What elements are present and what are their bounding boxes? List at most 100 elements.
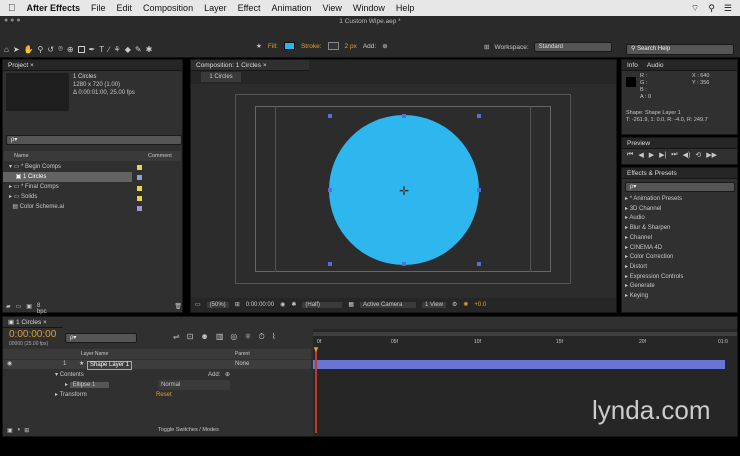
stroke-width[interactable]: 2 px [345, 43, 357, 50]
effect-animation-presets[interactable]: ▸ * Animation Presets [622, 195, 737, 205]
menu-layer[interactable]: Layer [204, 3, 227, 13]
views-select[interactable]: 1 View [422, 301, 446, 308]
menu-window[interactable]: Window [353, 3, 385, 13]
always-preview-icon[interactable]: ▭ [195, 301, 201, 308]
type-tool-icon[interactable]: T [99, 45, 104, 54]
transform-row[interactable]: ▸ Transform Reset [3, 390, 311, 400]
shy-icon[interactable]: ☻ [200, 332, 208, 342]
info-tab[interactable]: Info Audio [622, 60, 737, 71]
bpc-label[interactable]: 8 bpc [37, 303, 49, 315]
timeline-timecode[interactable]: 0:00:00:00 [9, 329, 56, 340]
puppet-tool-icon[interactable]: ✱ [146, 45, 153, 54]
visibility-icon[interactable]: ◉ [7, 360, 12, 369]
new-comp-icon[interactable]: ▣ [26, 303, 32, 315]
layer-name[interactable]: Shape Layer 1 [87, 361, 133, 370]
exposure-value[interactable]: +0.0 [474, 302, 486, 308]
snapshot-icon[interactable]: ◉ [280, 301, 285, 308]
effect-color-correction[interactable]: ▸ Color Correction [622, 253, 737, 263]
first-frame-icon[interactable]: ⏮ [627, 151, 633, 159]
exposure-icon[interactable]: ✺ [463, 301, 468, 308]
ram-preview-icon[interactable]: ▶▶ [706, 151, 717, 159]
timeline-tab[interactable]: ▣ 1 Circles × [3, 317, 63, 328]
graph-editor-icon[interactable]: ⌇ [272, 332, 276, 342]
layer-row[interactable]: ◉ 1 ★ Shape Layer 1 None [3, 360, 311, 370]
comp-subtab[interactable]: 1 Circles [201, 72, 241, 82]
menu-edit[interactable]: Edit [117, 3, 133, 13]
anchor-point-icon[interactable]: ✛ [399, 184, 409, 198]
list-icon[interactable]: ☰ [724, 3, 732, 14]
project-item-color-scheme[interactable]: ▤ Color Scheme.ai [3, 202, 183, 212]
zoom-tool-icon[interactable]: ⚲ [38, 45, 44, 54]
menu-file[interactable]: File [91, 3, 106, 13]
draft-3d-icon[interactable]: ⊡ [187, 332, 194, 342]
mute-icon[interactable]: ◀) [683, 151, 691, 159]
handle-br[interactable] [477, 262, 481, 266]
contents-row[interactable]: ▾ Contents Add: ⊕ [3, 370, 311, 380]
handle-t[interactable] [402, 114, 406, 118]
transfer-controls-icon[interactable]: ◑ [17, 427, 21, 434]
zoom-select[interactable]: (50%) [206, 301, 229, 308]
current-time-indicator[interactable] [315, 347, 317, 433]
menu-view[interactable]: View [322, 3, 341, 13]
menu-help[interactable]: Help [396, 3, 415, 13]
layer-duration-bar[interactable] [313, 360, 725, 369]
selection-tool-icon[interactable]: ➤ [13, 45, 20, 54]
handle-r[interactable] [477, 188, 481, 192]
playhead-icon[interactable]: ▼ [312, 345, 320, 354]
menu-composition[interactable]: Composition [143, 3, 193, 13]
effects-tab[interactable]: Effects & Presets [622, 168, 737, 179]
handle-bl[interactable] [328, 262, 332, 266]
star-icon[interactable]: ★ [256, 42, 262, 50]
next-frame-icon[interactable]: ▶| [659, 151, 666, 159]
frame-blend-icon[interactable]: ▥ [216, 332, 224, 342]
handle-tl[interactable] [328, 114, 332, 118]
ellipse-row[interactable]: ▸ Ellipse 1 Normal [3, 380, 311, 390]
timeline-search[interactable]: ρ▾ [65, 333, 137, 343]
effects-search[interactable]: ρ▾ [625, 182, 735, 192]
project-search[interactable]: ρ▾ [6, 135, 182, 145]
effect-3d-channel[interactable]: ▸ 3D Channel [622, 205, 737, 215]
toggle-switches-modes[interactable]: Toggle Switches / Modes [158, 427, 219, 433]
fill-swatch[interactable] [283, 42, 295, 50]
eraser-tool-icon[interactable]: ◆ [125, 45, 131, 54]
work-area-bar[interactable] [313, 332, 737, 336]
app-menu[interactable]: After Effects [27, 3, 81, 13]
stroke-swatch[interactable] [327, 42, 339, 50]
composition-tab[interactable]: Composition: 1 Circles × [191, 60, 309, 71]
rectangle-tool-icon[interactable] [77, 45, 85, 53]
workspace-select[interactable]: Standard [533, 42, 612, 52]
comp-viewer[interactable]: ✛ [191, 84, 616, 298]
effect-blur-sharpen[interactable]: ▸ Blur & Sharpen [622, 224, 737, 234]
handle-tr[interactable] [477, 114, 481, 118]
effect-channel[interactable]: ▸ Channel [622, 234, 737, 244]
timecode-display[interactable]: 0:00:00:00 [246, 302, 274, 308]
effect-keying[interactable]: ▸ Keying [622, 292, 737, 302]
apple-menu-icon[interactable]:  [8, 3, 16, 14]
effect-audio[interactable]: ▸ Audio [622, 214, 737, 224]
clone-tool-icon[interactable]: ⚘ [114, 45, 121, 54]
time-ruler[interactable]: 0f 05f 10f 15f 20f 01:0 [313, 339, 737, 349]
last-frame-icon[interactable]: ⏭ [671, 151, 677, 159]
search-help-input[interactable]: ⚲ Search Help [626, 44, 734, 55]
resolution-select[interactable]: (Half) [302, 301, 343, 308]
spotlight-icon[interactable]: ⚲ [708, 3, 715, 14]
in-out-icon[interactable]: ⊞ [24, 427, 29, 434]
loop-icon[interactable]: ⟲ [695, 151, 701, 159]
handle-b[interactable] [402, 262, 406, 266]
col-comment[interactable]: Comment [148, 151, 172, 161]
add-circle-icon[interactable]: ⊕ [382, 42, 387, 50]
project-item-1-circles[interactable]: ▣ 1 Circles [3, 172, 142, 182]
home-icon[interactable]: ⌂ [4, 45, 9, 54]
new-folder-icon[interactable]: ▭ [16, 303, 22, 315]
menu-animation[interactable]: Animation [271, 3, 311, 13]
snap-icon[interactable]: ⊞ [484, 43, 489, 51]
auto-keyframe-icon[interactable]: ⏱ [259, 332, 265, 342]
col-parent[interactable]: Parent [235, 349, 250, 359]
handle-l[interactable] [328, 188, 332, 192]
camera-tool-icon[interactable]: ⌾ [58, 44, 63, 54]
menu-effect[interactable]: Effect [238, 3, 261, 13]
brainstorm-icon[interactable]: ⚛ [244, 332, 251, 342]
pan-tool-icon[interactable]: ⊕ [67, 45, 74, 54]
interpret-footage-icon[interactable]: ▰ [6, 303, 11, 315]
trash-icon[interactable]: 🗑 [174, 303, 182, 315]
